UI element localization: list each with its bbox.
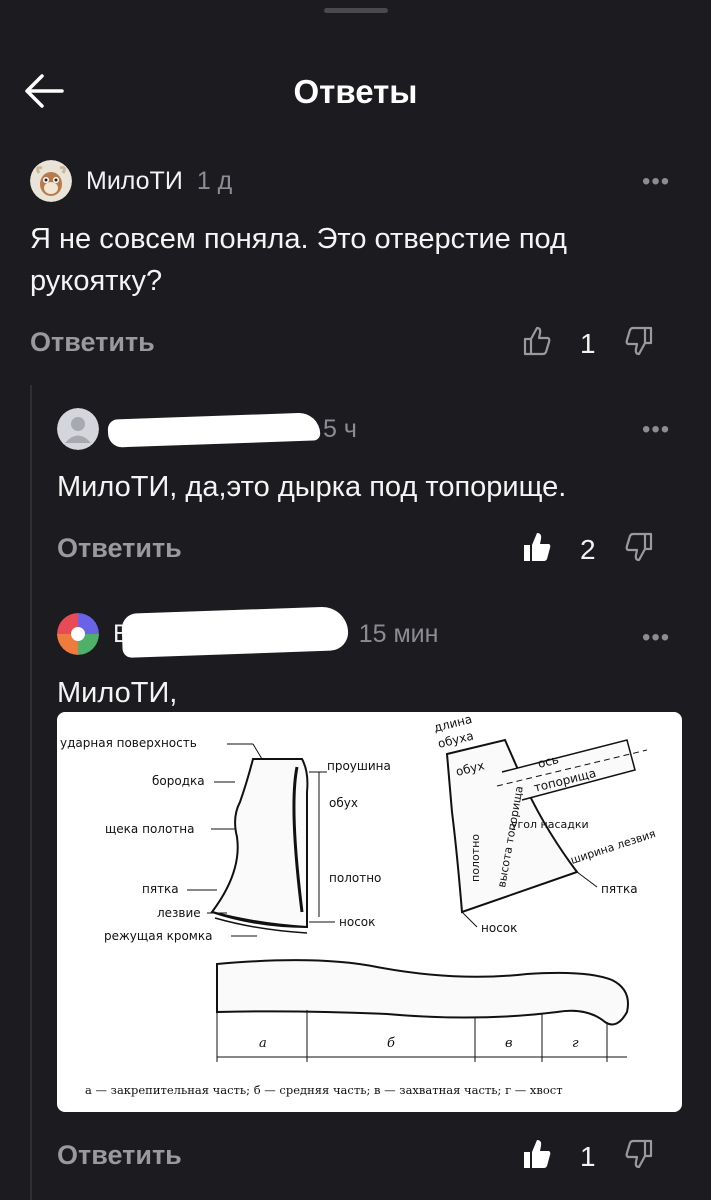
- more-options-icon[interactable]: •••: [642, 416, 670, 444]
- label-part-b: б: [387, 1036, 395, 1051]
- label-body: полотно: [329, 871, 381, 885]
- page-title: Ответы: [293, 73, 418, 110]
- vote-controls: 1: [522, 325, 654, 362]
- label-rheel: пятка: [601, 882, 638, 896]
- label-part-a: а: [259, 1036, 267, 1051]
- label-rbody: полотно: [469, 834, 482, 882]
- label-angle: угол насадки: [511, 818, 589, 831]
- axe-head-side: [210, 758, 309, 929]
- avatar[interactable]: [57, 613, 99, 655]
- like-filled-icon[interactable]: [522, 531, 552, 568]
- vote-controls: 1: [522, 1138, 654, 1175]
- more-options-icon[interactable]: •••: [642, 168, 670, 196]
- label-blade: лезвие: [157, 906, 201, 920]
- like-filled-icon[interactable]: [522, 1138, 552, 1175]
- label-toe: носок: [339, 915, 375, 929]
- label-heel: пятка: [142, 882, 179, 896]
- reply-button[interactable]: Ответить: [30, 327, 155, 358]
- sheet-grabber[interactable]: [324, 8, 388, 13]
- label-part-g: г: [572, 1036, 579, 1051]
- redaction-scribble: [121, 606, 349, 658]
- attached-image-axe-diagram[interactable]: ударная поверхность бородка щека полотна…: [57, 712, 682, 1112]
- label-rtoe: носок: [481, 921, 517, 935]
- like-count: 2: [580, 533, 596, 565]
- like-outline-icon[interactable]: [522, 325, 552, 362]
- label-width: ширина лезвия: [569, 827, 657, 867]
- dislike-outline-icon[interactable]: [624, 325, 654, 362]
- comment-text: Я не совсем поняла. Это отверстие под ру…: [30, 223, 567, 297]
- label-strike-face: ударная поверхность: [60, 736, 197, 750]
- handle-outline: [216, 959, 629, 1026]
- label-eye: проушина: [327, 759, 391, 773]
- timestamp: 5 ч: [323, 414, 357, 443]
- reply-text: МилоТИ, да,это дырка под топорище.: [57, 471, 567, 503]
- label-beard: бородка: [152, 774, 205, 788]
- reply-button[interactable]: Ответить: [57, 533, 182, 564]
- header: Ответы: [0, 55, 711, 125]
- dislike-outline-icon[interactable]: [624, 531, 654, 568]
- more-options-icon[interactable]: •••: [642, 624, 670, 652]
- reply-button[interactable]: Ответить: [57, 1140, 182, 1171]
- timestamp: 1 д: [196, 166, 233, 195]
- figure-caption: а — закрепительная часть; б — средняя ча…: [85, 1083, 563, 1097]
- label-butt: обух: [329, 796, 358, 810]
- label-part-v: в: [505, 1036, 513, 1051]
- author-name[interactable]: МилоТИ: [86, 167, 183, 196]
- label-edge: режущая кромка: [104, 929, 212, 943]
- thread-line: [30, 385, 32, 1200]
- avatar[interactable]: [30, 160, 72, 202]
- timestamp: 15 мин: [358, 619, 439, 648]
- label-cheek: щека полотна: [105, 822, 195, 836]
- like-count: 1: [580, 1140, 596, 1172]
- avatar[interactable]: [57, 408, 99, 450]
- reply-text: МилоТИ,: [57, 677, 178, 709]
- vote-controls: 2: [522, 531, 654, 568]
- like-count: 1: [580, 327, 596, 359]
- dislike-outline-icon[interactable]: [624, 1138, 654, 1175]
- comment-meta: МилоТИ 1 д: [30, 160, 232, 202]
